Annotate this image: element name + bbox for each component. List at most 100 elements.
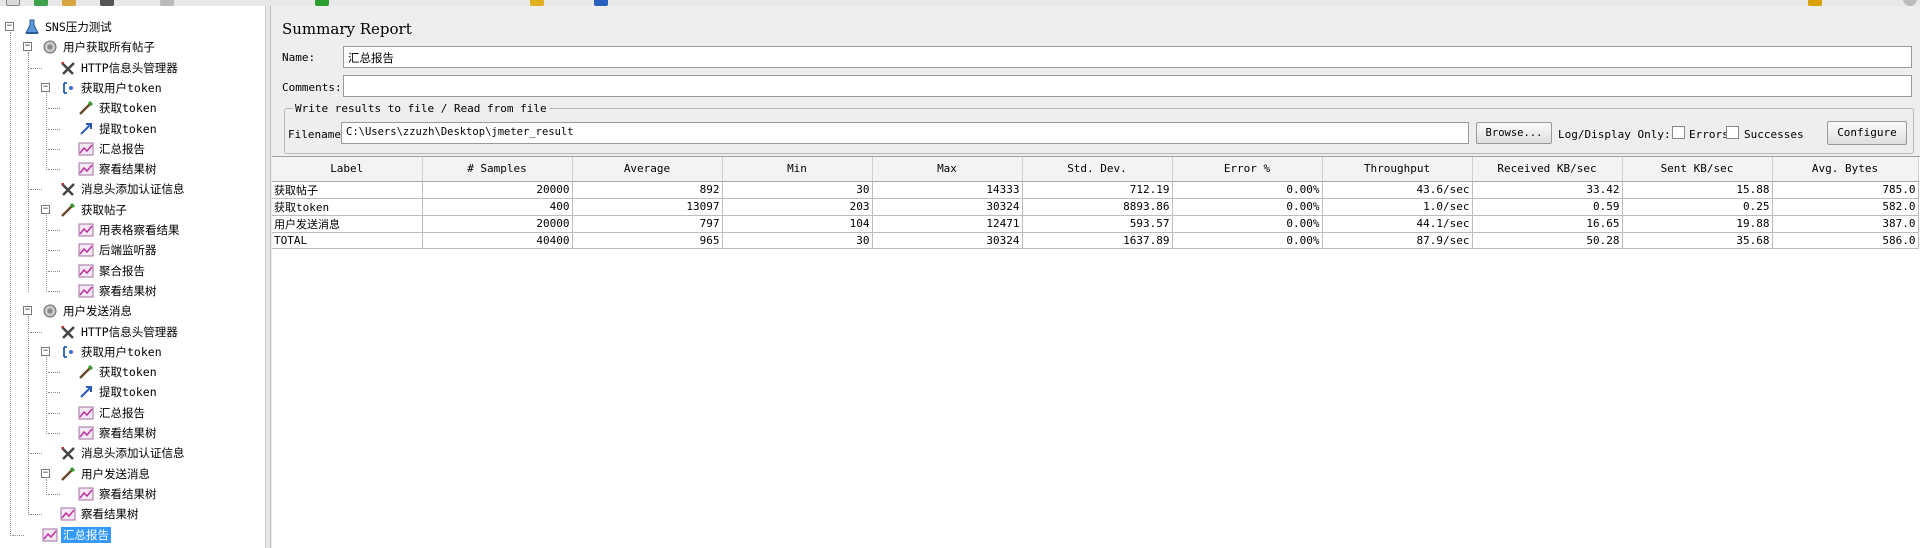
column-header[interactable]: Max [872, 157, 1023, 182]
tree-item[interactable]: 用表格察看结果 [78, 221, 182, 239]
table-cell: 0.00% [1172, 181, 1323, 199]
listener-icon [78, 222, 94, 238]
table-cell: 8893.86 [1022, 198, 1173, 216]
comments-field[interactable] [343, 75, 1912, 97]
tree-collapse-toggle[interactable]: − [41, 204, 50, 214]
tree-item-label: 用户发送消息 [81, 466, 150, 481]
tree-item[interactable]: HTTP信息头管理器 [60, 323, 180, 341]
tree-collapse-toggle[interactable]: − [23, 306, 32, 316]
tree-guide-line [46, 356, 47, 434]
column-header[interactable]: Avg. Bytes [1772, 157, 1919, 182]
table-cell: 892 [572, 181, 723, 199]
column-header[interactable]: Error % [1172, 157, 1323, 182]
table-cell: 20000 [422, 181, 573, 199]
successes-checkbox[interactable] [1726, 126, 1739, 139]
tree-item[interactable]: 消息头添加认证信息 [60, 444, 187, 462]
listener-icon [78, 141, 94, 157]
tree-item[interactable]: 察看结果树 [78, 160, 159, 178]
column-header[interactable]: Sent KB/sec [1622, 157, 1773, 182]
tree-item[interactable]: 察看结果树 [60, 505, 141, 523]
table-row[interactable]: 获取token 400 13097 203 30324 8893.86 0.00% 1.0/s… [272, 198, 1919, 216]
table-cell: 582.0 [1772, 198, 1919, 216]
tree-item[interactable]: 察看结果树 [78, 282, 159, 300]
table-cell: 1637.89 [1022, 232, 1173, 249]
tree-collapse-toggle[interactable]: − [23, 42, 32, 52]
tree-connector [48, 250, 60, 252]
table-row[interactable]: 获取帖子 20000 892 30 14333 712.19 0.00% 43.6/sec 33… [272, 181, 1919, 199]
tree-item[interactable]: 获取帖子 [60, 201, 129, 219]
table-cell: 35.68 [1622, 232, 1773, 249]
column-header[interactable]: Min [722, 157, 873, 182]
tree-item-label: 后端监听器 [99, 243, 157, 258]
tree-item[interactable]: 提取token [78, 120, 159, 138]
column-header[interactable]: Received KB/sec [1472, 157, 1623, 182]
listener-icon [78, 486, 94, 502]
tree-item[interactable]: 汇总报告 [42, 526, 111, 544]
tree-item[interactable]: 后端监听器 [78, 241, 159, 259]
column-header[interactable]: Label [272, 157, 423, 182]
column-header[interactable]: Std. Dev. [1022, 157, 1173, 182]
write-results-group: Write results to file / Read from file F… [284, 102, 1914, 154]
tree-item[interactable]: 获取token [78, 363, 159, 381]
tree-collapse-toggle[interactable]: − [5, 22, 14, 31]
tree-guide-line [46, 214, 47, 292]
errors-checkbox[interactable] [1672, 126, 1685, 139]
table-cell: 797 [572, 215, 723, 233]
tree-item-label: 获取帖子 [81, 202, 127, 217]
loop-controller-icon [60, 80, 76, 96]
table-row[interactable]: TOTAL 40400 965 30 30324 1637.89 0.00% 87.9/sec… [272, 232, 1919, 249]
tree-guide-line [46, 92, 47, 171]
browse-button[interactable]: Browse... [1476, 122, 1552, 144]
http-sampler-icon [78, 100, 94, 116]
tree-item[interactable]: 察看结果树 [78, 485, 159, 503]
tree-item[interactable]: 察看结果树 [78, 424, 159, 442]
column-header[interactable]: Throughput [1322, 157, 1473, 182]
test-plan-icon [24, 19, 40, 35]
panel-splitter[interactable] [266, 6, 271, 548]
tree-collapse-toggle[interactable]: − [41, 82, 50, 92]
tree-item[interactable]: 汇总报告 [78, 140, 147, 158]
test-plan-tree[interactable]: − SNS压力测试 − 用户获取所有帖子 HTTP信息头管理器 − 获取用户token 获取t… [0, 6, 266, 548]
table-cell: 0.25 [1622, 198, 1773, 216]
http-sampler-icon [60, 466, 76, 482]
tree-item[interactable]: 用户获取所有帖子 [42, 38, 157, 56]
name-field[interactable]: 汇总报告 [343, 46, 1912, 68]
tree-item[interactable]: SNS压力测试 [24, 18, 114, 36]
tree-item[interactable]: 获取用户token [60, 343, 164, 361]
table-row[interactable]: 用户发送消息 20000 797 104 12471 593.57 0.00% 44.1/se… [272, 215, 1919, 233]
table-cell: 获取帖子 [272, 181, 423, 199]
summary-table[interactable]: Label # Samples Average Min Max Std. Dev. Erro… [272, 156, 1920, 548]
page-title: Summary Report [282, 20, 412, 38]
table-cell: 1.0/sec [1322, 198, 1473, 216]
tree-item-label: SNS压力测试 [45, 20, 112, 34]
tree-collapse-toggle[interactable]: − [41, 346, 50, 356]
tree-item[interactable]: 汇总报告 [78, 404, 147, 422]
tree-item[interactable]: 提取token [78, 383, 159, 401]
table-cell: 15.88 [1622, 181, 1773, 199]
tree-connector [48, 493, 60, 495]
filename-field[interactable]: C:\Users\zzuzh\Desktop\jmeter_result [341, 122, 1469, 144]
column-header[interactable]: Average [572, 157, 723, 182]
tree-item[interactable]: HTTP信息头管理器 [60, 59, 180, 77]
table-cell: TOTAL [272, 232, 423, 249]
tree-item-label: 汇总报告 [99, 141, 145, 156]
table-cell: 50.28 [1472, 232, 1623, 249]
table-cell: 965 [572, 232, 723, 249]
tree-item-label: 察看结果树 [99, 426, 157, 440]
tree-item-label: 汇总报告 [99, 405, 145, 420]
tree-connector [30, 331, 42, 333]
tree-item[interactable]: 消息头添加认证信息 [60, 180, 187, 198]
column-header[interactable]: # Samples [422, 157, 573, 182]
loop-controller-icon [60, 344, 76, 360]
tree-connector [48, 412, 60, 414]
table-cell: 13097 [572, 198, 723, 216]
tree-item[interactable]: 聚合报告 [78, 262, 147, 280]
tree-collapse-toggle[interactable]: − [41, 468, 50, 478]
tree-item[interactable]: 获取用户token [60, 79, 164, 97]
tree-connector [48, 128, 60, 130]
configure-button[interactable]: Configure [1827, 121, 1907, 145]
table-cell: 40400 [422, 232, 573, 249]
tree-item[interactable]: 获取token [78, 99, 159, 117]
tree-item[interactable]: 用户发送消息 [60, 465, 152, 483]
tree-item[interactable]: 用户发送消息 [42, 302, 134, 320]
